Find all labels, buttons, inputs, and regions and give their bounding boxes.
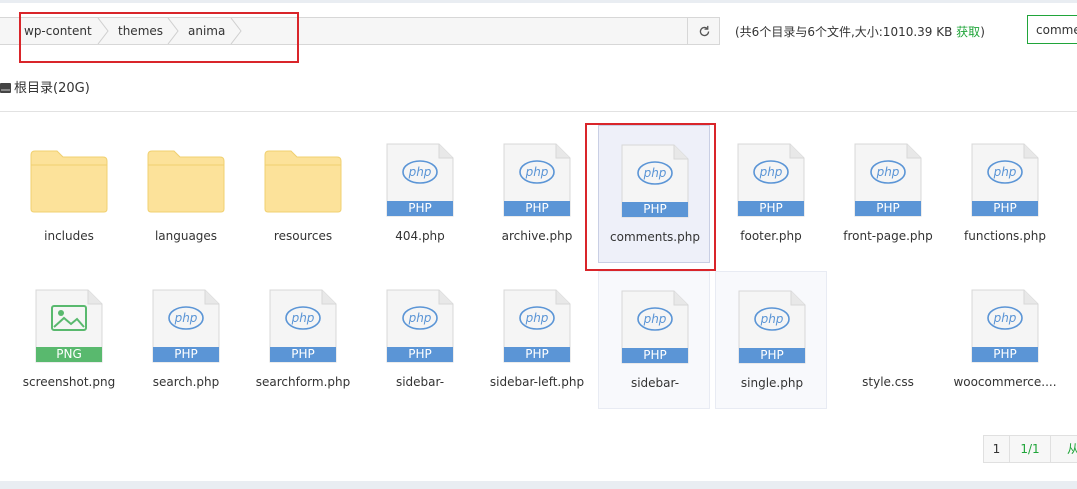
folder-icon: [264, 150, 342, 213]
folder-item[interactable]: includes: [13, 125, 125, 263]
svg-text:php: php: [408, 311, 432, 325]
breadcrumb-highlight-box: [19, 12, 299, 63]
file-type-label: PHP: [504, 347, 570, 362]
page-total: 1/1: [1009, 435, 1051, 463]
file-name: sidebar-left.php: [489, 375, 585, 389]
file-item[interactable]: php PHP single.php: [715, 271, 827, 409]
php-file-icon: php PHP: [503, 289, 571, 363]
php-file-icon: php PHP: [503, 143, 571, 217]
file-name: screenshot.png: [22, 375, 116, 389]
file-type-label: PHP: [739, 348, 805, 363]
php-file-icon: php PHP: [738, 290, 806, 364]
svg-text:php: php: [760, 312, 784, 326]
page-current[interactable]: 1: [983, 435, 1010, 463]
svg-text:php: php: [525, 165, 549, 179]
php-file-icon: php PHP: [621, 290, 689, 364]
file-type-label: PNG: [36, 347, 102, 362]
selection-highlight-box: [585, 123, 716, 271]
file-type-label: PHP: [855, 201, 921, 216]
file-item[interactable]: php PHP sidebar-: [598, 271, 710, 409]
file-item[interactable]: php PHP footer.php: [715, 125, 827, 263]
file-type-label: PHP: [270, 347, 336, 362]
file-item[interactable]: style.css: [832, 271, 944, 409]
file-type-label: PHP: [387, 201, 453, 216]
file-item[interactable]: php PHP archive.php: [481, 125, 593, 263]
file-name: searchform.php: [255, 375, 351, 389]
svg-text:php: php: [643, 312, 667, 326]
file-name: languages: [154, 229, 218, 243]
svg-text:php: php: [759, 165, 783, 179]
file-name: resources: [273, 229, 333, 243]
svg-text:php: php: [993, 311, 1017, 325]
php-file-icon: php PHP: [854, 143, 922, 217]
folder-icon: [146, 147, 225, 213]
file-item[interactable]: php PHP sidebar-: [364, 271, 476, 409]
file-name: woocommerce....: [953, 375, 1057, 389]
svg-text:php: php: [993, 165, 1017, 179]
page-jump-label[interactable]: 从: [1050, 435, 1077, 463]
file-item[interactable]: php PHP sidebar-left.php: [481, 271, 593, 409]
php-file-icon: php PHP: [971, 289, 1039, 363]
svg-text:php: php: [525, 311, 549, 325]
file-type-label: PHP: [622, 348, 688, 363]
file-name: search.php: [152, 375, 220, 389]
file-item[interactable]: php PHP searchform.php: [247, 271, 359, 409]
file-name: footer.php: [740, 229, 802, 243]
folder-icon: [147, 150, 225, 213]
file-name: style.css: [862, 375, 914, 389]
folder-icon: [263, 147, 342, 213]
php-file-icon: php PHP: [152, 289, 220, 363]
file-name: includes: [44, 229, 94, 243]
folder-icon: [29, 147, 108, 213]
file-grid: includes languages resources php PHP 404.php p…: [0, 0, 1077, 489]
file-name: front-page.php: [843, 229, 933, 243]
file-name: sidebar-: [630, 376, 680, 390]
svg-text:php: php: [876, 165, 900, 179]
svg-text:php: php: [291, 311, 315, 325]
file-name: archive.php: [501, 229, 573, 243]
file-item[interactable]: php PHP 404.php: [364, 125, 476, 263]
folder-item[interactable]: languages: [130, 125, 242, 263]
file-type-label: PHP: [972, 347, 1038, 362]
file-item[interactable]: php PHP functions.php: [949, 125, 1061, 263]
image-file-icon: PNG: [35, 289, 103, 363]
file-item[interactable]: php PHP front-page.php: [832, 125, 944, 263]
file-type-label: PHP: [387, 347, 453, 362]
bottom-strip: [0, 481, 1077, 489]
php-file-icon: php PHP: [737, 143, 805, 217]
file-name: single.php: [740, 376, 804, 390]
folder-icon: [30, 150, 108, 213]
file-name: functions.php: [964, 229, 1046, 243]
php-file-icon: php PHP: [971, 143, 1039, 217]
file-name: 404.php: [395, 229, 445, 243]
php-file-icon: php PHP: [386, 143, 454, 217]
folder-item[interactable]: resources: [247, 125, 359, 263]
file-type-label: PHP: [972, 201, 1038, 216]
file-type-label: PHP: [738, 201, 804, 216]
file-item[interactable]: php PHP search.php: [130, 271, 242, 409]
svg-text:php: php: [174, 311, 198, 325]
php-file-icon: php PHP: [269, 289, 337, 363]
file-name: sidebar-: [395, 375, 445, 389]
file-type-label: PHP: [504, 201, 570, 216]
file-icon: [854, 291, 922, 357]
file-type-label: PHP: [153, 347, 219, 362]
file-item[interactable]: PNG screenshot.png: [13, 271, 125, 409]
php-file-icon: php PHP: [386, 289, 454, 363]
svg-text:php: php: [408, 165, 432, 179]
file-item[interactable]: php PHP woocommerce....: [949, 271, 1061, 409]
